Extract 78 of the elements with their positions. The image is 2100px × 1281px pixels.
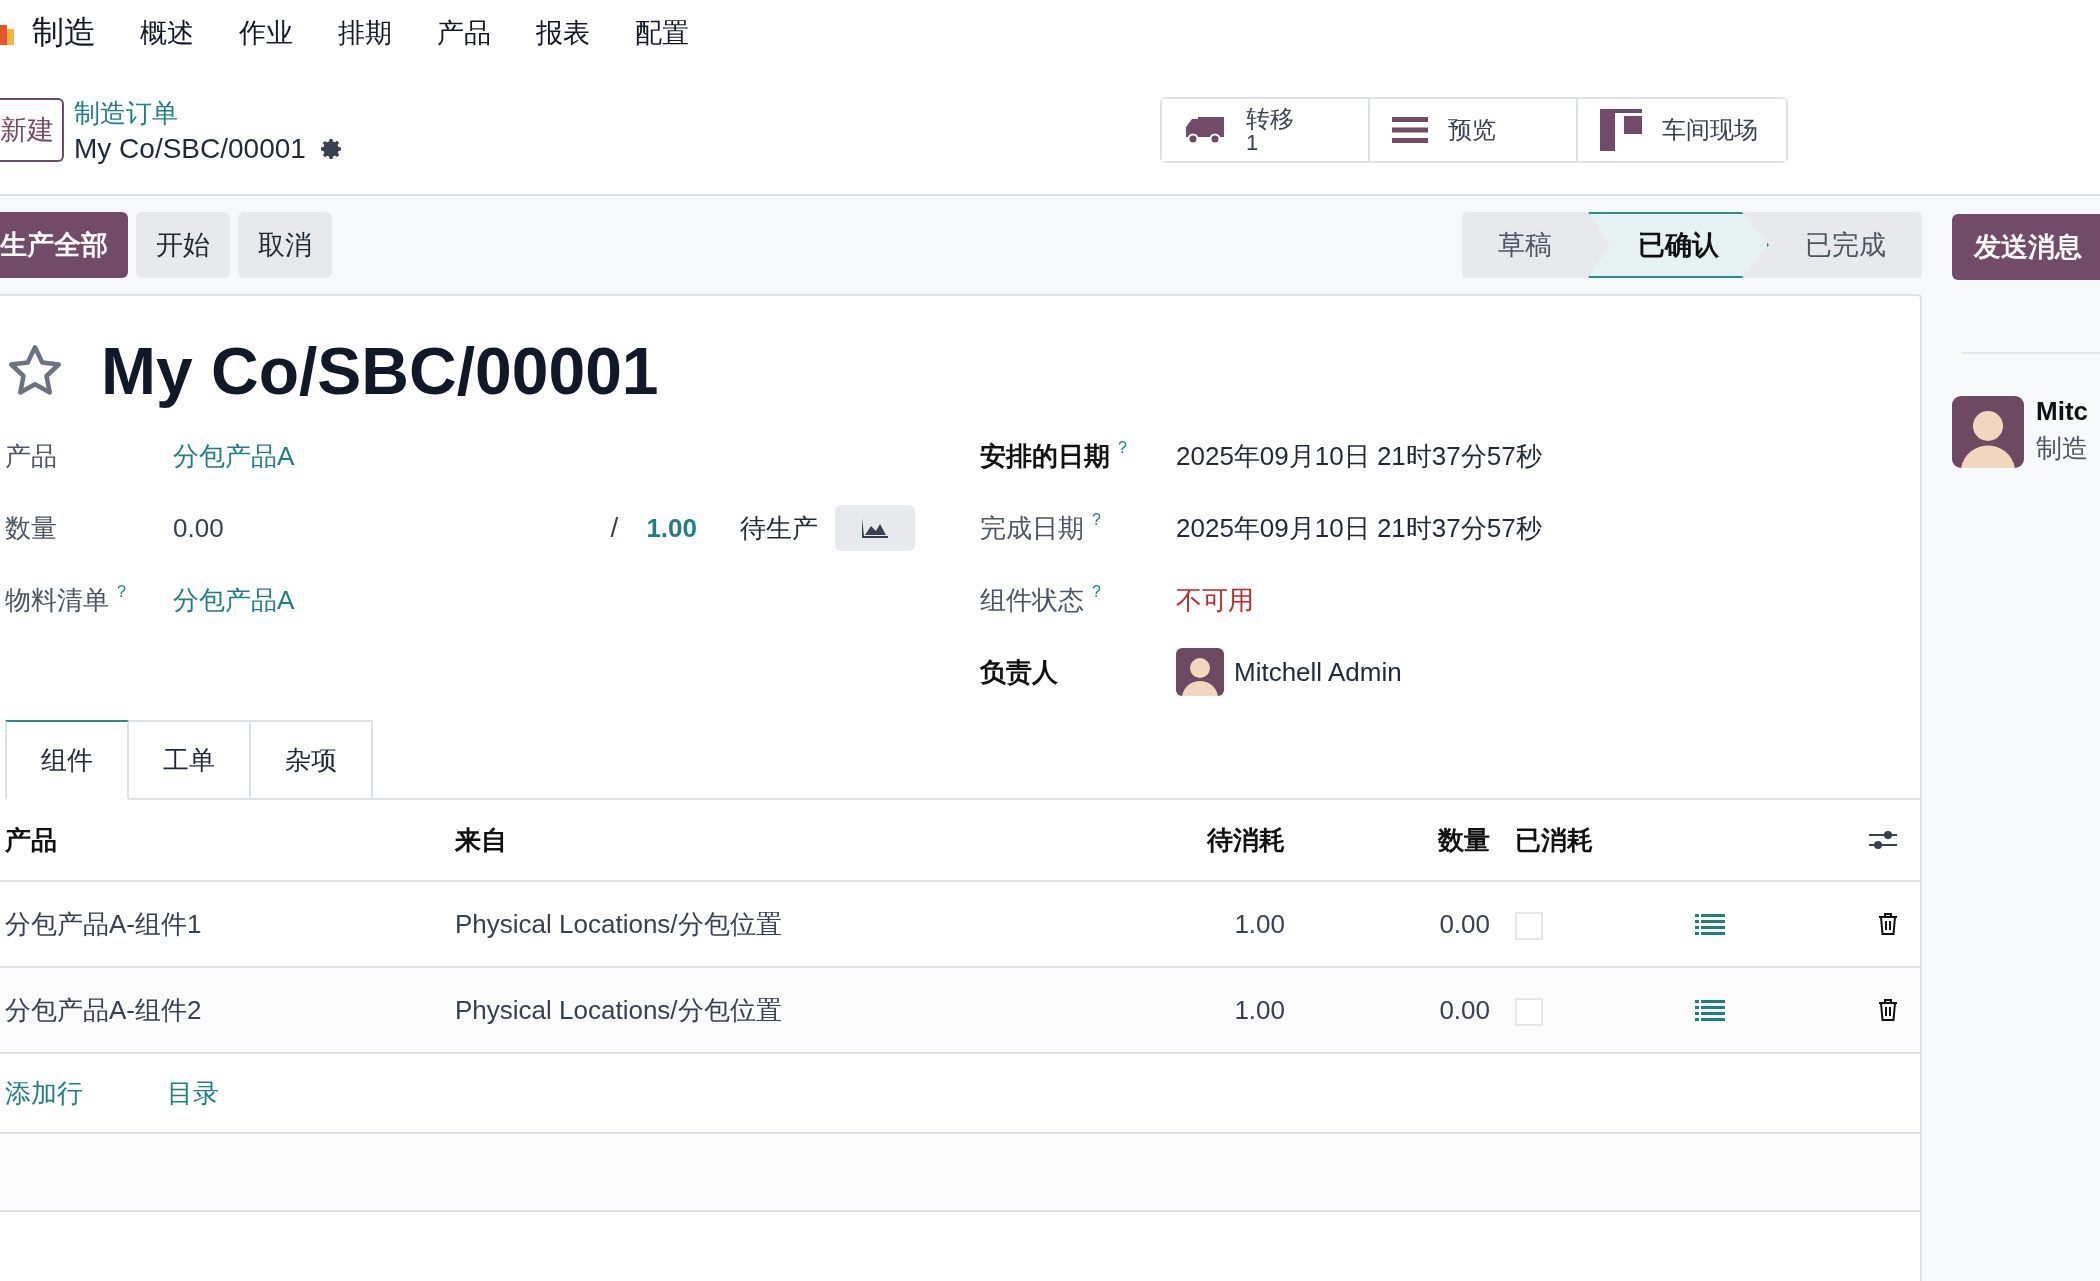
column-header[interactable]: 产品 <box>0 822 450 858</box>
target-quantity[interactable]: 1.00 <box>646 512 740 544</box>
list-icon[interactable] <box>1695 999 1725 1021</box>
table-cell-text: 分包产品A-组件2 <box>4 993 203 1027</box>
action-button[interactable]: 开始 <box>136 212 230 278</box>
table-cell-text: 1.00 <box>1233 994 1286 1026</box>
layout-icon <box>1600 109 1642 151</box>
field-label: 完成日期 <box>980 511 1084 545</box>
menu-icon <box>1392 115 1428 145</box>
field-label: 组件状态 <box>980 583 1084 617</box>
column-header[interactable]: 来自 <box>450 822 1100 858</box>
column-header[interactable]: 待消耗 <box>1100 822 1290 858</box>
column-settings-icon[interactable] <box>1868 828 1898 852</box>
field-label: 安排的日期 <box>980 439 1110 473</box>
table-cell-text: Physical Locations/分包位置 <box>454 907 783 941</box>
app-name[interactable]: 制造 <box>32 11 96 55</box>
field-value: 不可用 <box>1176 583 1254 617</box>
forecast-button[interactable] <box>835 505 915 551</box>
smart-button-label: 车间现场 <box>1662 117 1758 143</box>
checkbox[interactable] <box>1515 911 1543 940</box>
field-value[interactable]: 2025年09月10日 21时37分57秒 <box>1176 510 1542 546</box>
smart-button-label: 预览 <box>1448 117 1496 143</box>
action-button[interactable]: 生产全部 <box>0 212 128 278</box>
menu-item[interactable]: 报表 <box>536 15 590 51</box>
table-cell-text: 0.00 <box>1438 908 1491 940</box>
help-mark[interactable]: ? <box>117 582 126 618</box>
record-name: My Co/SBC/00001 <box>74 132 306 165</box>
field-label: 产品 <box>5 439 57 473</box>
field-link[interactable]: 分包产品A <box>173 582 295 618</box>
message-text: 制造 <box>2036 432 2088 465</box>
catalog-link[interactable]: 目录 <box>167 1075 219 1111</box>
avatar-icon <box>1952 396 2024 468</box>
new-button[interactable]: 新建 <box>0 98 64 162</box>
menu-item[interactable]: 排期 <box>338 15 392 51</box>
help-mark[interactable]: ? <box>1092 510 1101 546</box>
user-name[interactable]: Mitchell Admin <box>1234 656 1402 688</box>
table-cell-text: Physical Locations/分包位置 <box>454 993 783 1027</box>
smart-button[interactable]: 转移 1 <box>1162 99 1370 161</box>
unit-label: 待生产 <box>739 511 819 545</box>
avatar-icon <box>1176 648 1224 696</box>
trash-icon[interactable] <box>1878 998 1898 1022</box>
separator: / <box>610 512 620 544</box>
tab[interactable]: 杂项 <box>251 720 373 800</box>
quantity-value[interactable]: 0.00 <box>173 512 611 544</box>
column-header[interactable]: 已消耗 <box>1495 822 1650 858</box>
smart-button-count: 1 <box>1246 131 1259 155</box>
status-step[interactable]: 已确认 <box>1588 212 1769 278</box>
checkbox[interactable] <box>1515 997 1543 1026</box>
menu-item[interactable]: 配置 <box>635 15 689 51</box>
menu-item[interactable]: 概述 <box>140 15 194 51</box>
help-mark[interactable]: ? <box>1118 438 1127 474</box>
menu-item[interactable]: 作业 <box>239 15 293 51</box>
action-button[interactable]: 取消 <box>238 212 332 278</box>
settings-icon[interactable] <box>319 136 344 161</box>
record-title: My Co/SBC/00001 <box>101 333 659 409</box>
add-line-link[interactable]: 添加行 <box>5 1075 83 1111</box>
tab[interactable]: 组件 <box>5 720 129 800</box>
list-icon[interactable] <box>1695 913 1725 935</box>
truck-icon <box>1184 115 1226 145</box>
smart-button-label: 转移 <box>1246 105 1294 132</box>
trash-icon[interactable] <box>1878 912 1898 936</box>
status-step[interactable]: 已完成 <box>1769 212 1922 278</box>
column-header[interactable]: 数量 <box>1290 822 1495 858</box>
field-label: 数量 <box>5 511 57 545</box>
send-message-button[interactable]: 发送消息 <box>1952 214 2100 280</box>
menu-item[interactable]: 产品 <box>437 15 491 51</box>
help-mark[interactable]: ? <box>1092 582 1101 618</box>
table-cell-text: 0.00 <box>1438 994 1491 1026</box>
tab[interactable]: 工单 <box>129 720 251 800</box>
field-value[interactable]: 2025年09月10日 21时37分57秒 <box>1176 438 1542 474</box>
table-cell-text: 分包产品A-组件1 <box>4 907 203 941</box>
field-label: 负责人 <box>980 655 1058 689</box>
breadcrumb-link[interactable]: 制造订单 <box>74 95 344 131</box>
status-step[interactable]: 草稿 <box>1462 212 1588 278</box>
table-cell-text: 1.00 <box>1233 908 1286 940</box>
field-link[interactable]: 分包产品A <box>173 438 295 474</box>
field-label: 物料清单 <box>5 583 109 617</box>
author-name[interactable]: Mitc <box>2036 396 2088 427</box>
